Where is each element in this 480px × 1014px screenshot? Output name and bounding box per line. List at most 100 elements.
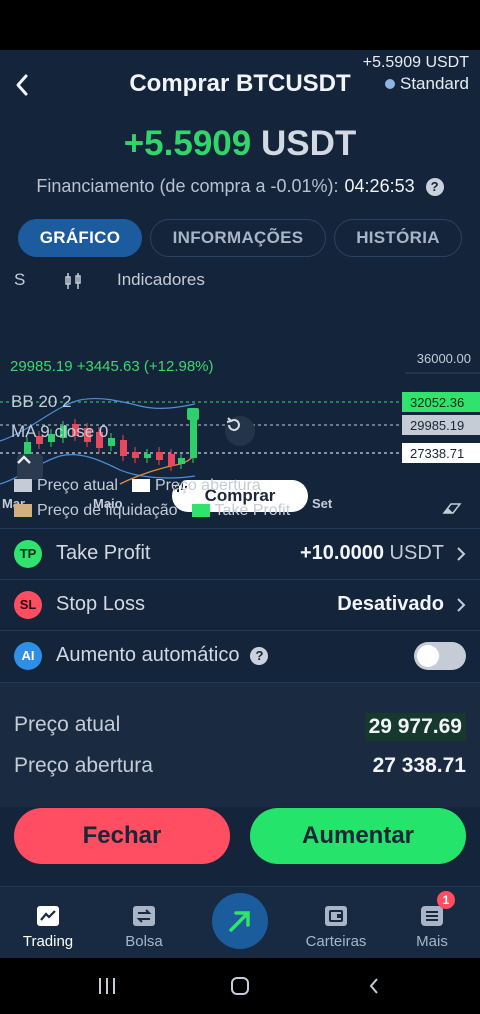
take-profit-unit: USDT — [389, 542, 444, 564]
chevron-right-icon — [457, 546, 466, 561]
mode-dot-icon — [385, 79, 395, 89]
legend-take-profit: Take Profit — [191, 501, 291, 520]
take-profit-value: +10.0000 USDT — [300, 542, 444, 565]
eraser-icon[interactable] — [442, 502, 462, 516]
take-profit-label: Take Profit — [56, 542, 151, 564]
tab-trading[interactable]: Trading — [3, 903, 93, 950]
stop-loss-value: Desativado — [337, 593, 444, 615]
exchange-icon — [133, 906, 155, 926]
candle-body-10 — [144, 454, 151, 458]
auto-increase-toggle[interactable] — [414, 641, 466, 670]
take-profit-row[interactable]: TP Take Profit +10.0000 USDT — [0, 528, 480, 578]
current-price-label: Preço atual — [14, 713, 121, 736]
header-amount: +5.5909 USDT — [362, 54, 469, 71]
trade-center-button[interactable] — [212, 893, 268, 949]
funding-info: Financiamento (de compra a -0.01%): 04:2… — [0, 176, 480, 197]
status-bar — [0, 0, 480, 50]
legend-swatch — [191, 504, 210, 517]
chevron-right-icon — [457, 597, 466, 612]
notification-badge: 1 — [437, 891, 455, 909]
tp-badge-icon: TP — [14, 539, 42, 568]
timeframe-selector[interactable]: S — [14, 270, 25, 290]
profit-value: +5.5909 — [123, 124, 252, 163]
help-icon[interactable]: ? — [425, 177, 444, 196]
sl-badge-icon: SL — [14, 590, 42, 619]
wallet-icon — [325, 906, 347, 926]
stop-loss-row[interactable]: SL Stop Loss Desativado — [0, 579, 480, 629]
rotate-icon — [226, 417, 240, 431]
funding-time: 04:26:53 — [344, 176, 415, 196]
take-profit-amount: +10.0000 — [300, 542, 384, 564]
current-price-tag: 29985.19 — [402, 415, 480, 435]
candle-body-9 — [132, 452, 139, 458]
tab-carteiras-label: Carteiras — [305, 933, 367, 950]
chevron-up-icon — [17, 455, 31, 464]
legend-label: Preço de liquidação — [37, 501, 178, 519]
candle-body-14 — [190, 416, 197, 458]
profit-display: +5.5909 USDT — [0, 124, 480, 164]
stop-loss-label: Stop Loss — [56, 593, 145, 615]
funding-label: Financiamento (de compra a -0.01%): — [36, 176, 339, 196]
tab-historia[interactable]: HISTÓRIA — [334, 219, 462, 257]
increase-button[interactable]: Aumentar — [250, 808, 466, 864]
account-mode[interactable]: Standard — [363, 74, 469, 94]
legend-current-price: Preço atual — [14, 477, 118, 495]
candle-body-7 — [108, 438, 115, 446]
system-back-button[interactable] — [354, 974, 394, 998]
recent-apps-icon — [99, 978, 115, 994]
system-nav-bar — [0, 958, 480, 1014]
tab-trading-label: Trading — [22, 933, 74, 950]
legend-label: Take Profit — [214, 501, 291, 519]
indicators-button[interactable]: Indicadores — [117, 270, 205, 290]
ai-badge-icon: AI — [14, 641, 42, 670]
candle-body-11 — [156, 452, 163, 460]
open-price-label: Preço abertura — [14, 754, 153, 777]
candle-body-13 — [178, 458, 185, 464]
auto-increase-label: Aumento automático — [56, 644, 240, 666]
tab-mais-label: Mais — [416, 933, 448, 950]
candle-body-8 — [120, 440, 127, 456]
open-price-tag: 27338.71 — [402, 443, 480, 463]
tab-bolsa[interactable]: Bolsa — [99, 903, 189, 950]
y-axis-label: 36000.00 — [416, 351, 471, 366]
profit-currency: USDT — [260, 124, 357, 163]
tab-carteiras[interactable]: Carteiras — [291, 903, 381, 950]
chart-icon — [37, 906, 59, 926]
candle-body-12 — [168, 454, 175, 466]
recent-apps-button[interactable] — [87, 974, 127, 998]
header-account: +5.5909 USDT Standard — [363, 54, 469, 94]
open-price-value: 27 338.71 — [372, 754, 466, 777]
chevron-left-icon — [369, 978, 378, 994]
current-price-value: 29 977.69 — [364, 713, 466, 741]
price-summary: Preço atual 29 977.69 Preço abertura 27 … — [0, 682, 480, 807]
legend-open-price: Preço abertura — [131, 477, 261, 495]
tabs: GRÁFICO INFORMAÇÕES HISTÓRIA — [18, 219, 462, 257]
toggle-knob — [417, 644, 439, 667]
home-button[interactable] — [220, 974, 260, 998]
bottom-tab-bar: Trading Bolsa Carteiras Mais 1 — [0, 886, 480, 958]
indicator-bb[interactable]: BB 20 2 — [11, 392, 72, 412]
tab-informacoes[interactable]: INFORMAÇÕES — [150, 219, 326, 257]
arrow-up-right-icon — [229, 911, 250, 932]
auto-increase-row: AI Aumento automático ? — [0, 630, 480, 680]
legend-swatch — [14, 504, 32, 517]
chart-legend: Preço atual Preço abertura Preço de liqu… — [14, 473, 474, 523]
action-buttons: Fechar Aumentar — [14, 808, 466, 864]
app-screen: Comprar BTCUSDT +5.5909 USDT Standard +5… — [0, 50, 480, 958]
tab-bolsa-label: Bolsa — [125, 933, 163, 950]
home-icon — [231, 977, 249, 995]
close-button[interactable]: Fechar — [14, 808, 230, 864]
last-candle-marker — [187, 408, 199, 420]
current-price-row: Preço atual 29 977.69 — [14, 713, 466, 741]
menu-icon — [421, 906, 443, 926]
tab-mais[interactable]: Mais — [387, 903, 477, 950]
open-price-row: Preço abertura 27 338.71 — [14, 754, 466, 778]
indicator-ma[interactable]: MA 9 close 0 — [11, 422, 108, 442]
help-icon[interactable]: ? — [250, 646, 269, 665]
reset-zoom-button[interactable] — [225, 416, 255, 446]
tab-grafico[interactable]: GRÁFICO — [18, 219, 142, 257]
candles-icon[interactable] — [64, 272, 84, 290]
legend-swatch — [131, 479, 150, 492]
legend-label: Preço atual — [37, 476, 118, 494]
account-mode-label: Standard — [400, 74, 469, 93]
